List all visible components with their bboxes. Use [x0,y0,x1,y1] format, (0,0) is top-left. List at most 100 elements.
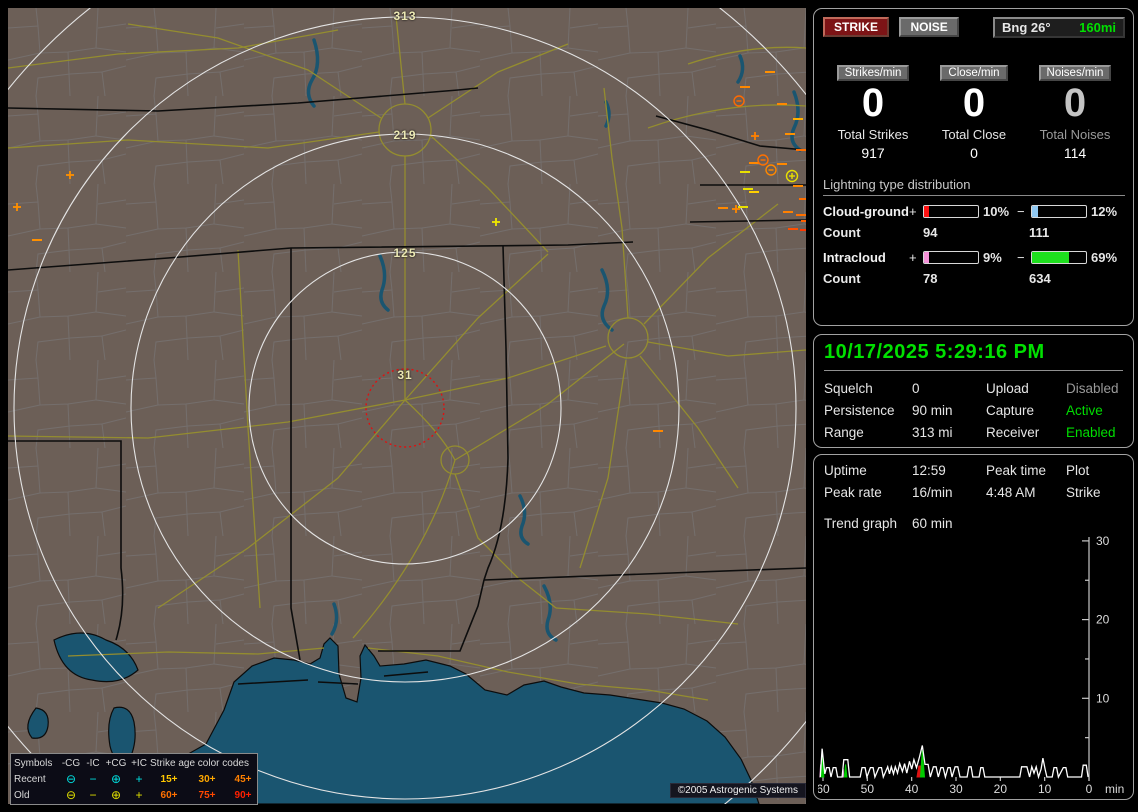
recent-pos-ic-icon: + [128,774,150,784]
status-panel: 10/17/2025 5:29:16 PM Squelch 0 Upload D… [813,334,1134,448]
plot-mode-value: Strike [1066,485,1123,500]
x-tick-label: 20 [994,782,1008,795]
intracloud-row: Intracloud + 9% − 69% [823,250,1125,265]
intracloud-label: Intracloud [823,250,909,265]
upload-label: Upload [986,381,1066,396]
upload-status: Disabled [1066,381,1123,396]
x-tick-label: 60 [818,782,830,795]
status-grid: Squelch 0 Upload Disabled Persistence 90… [824,381,1123,440]
ic-negative-bar [1031,251,1087,264]
age-15: 15+ [150,774,188,785]
capture-label: Capture [986,403,1066,418]
noises-per-min-value: 0 [1025,83,1125,123]
bearing-range-display[interactable]: Bng 26° 160mi [993,17,1125,38]
minus-sign: − [1017,250,1031,265]
legend-age-title: Strike age color codes [150,758,260,769]
strike-mode-button[interactable]: STRIKE [823,17,889,37]
recent-neg-ic-icon: − [82,774,104,784]
range-value: 313 mi [912,425,986,440]
ic-negative-pct: 69% [1087,250,1125,265]
app-window: { "map": { "land_color": "#6c5f57", "wat… [0,0,1138,812]
cg-negative-bar [1031,205,1087,218]
x-tick-label: 30 [949,782,963,795]
series-ic-rate [844,764,847,777]
trend-graph-label: Trend graph [824,516,912,531]
old-pos-cg-icon: ⊕ [104,790,128,800]
x-tick-label: 10 [1038,782,1052,795]
age-60: 60+ [150,790,188,801]
noises-per-min-column: Noises/min 0 Total Noises 114 [1025,63,1125,161]
ic-positive-count: 78 [923,271,1029,286]
age-75: 75+ [188,790,226,801]
close-per-min-column: Close/min 0 Total Close 0 [924,63,1024,161]
ic-positive-bar [923,251,979,264]
distribution-title: Lightning type distribution [823,177,1125,196]
legend-row-old-label: Old [14,790,60,801]
lightning-map[interactable]: 313 219 125 31 Symbols -CG -IC +CG +IC S… [8,8,806,804]
receiver-label: Receiver [986,425,1066,440]
ring-label-219: 219 [393,128,416,142]
legend-row-recent-label: Recent [14,774,60,785]
ic-positive-pct: 9% [979,250,1017,265]
capture-status: Active [1066,403,1123,418]
y-tick-label: 20 [1096,613,1110,627]
total-strikes-value: 917 [823,145,923,161]
peak-rate-label: Peak rate [824,485,912,500]
peak-time-label: Peak time [986,463,1066,478]
plot-label: Plot [1066,463,1123,478]
uptime-label: Uptime [824,463,912,478]
x-tick-label: 0 [1086,782,1093,795]
old-pos-ic-icon: + [128,790,150,800]
count-label: Count [823,271,923,286]
total-noises-label: Total Noises [1025,127,1125,142]
y-tick-label: 30 [1096,534,1110,548]
date-time-display: 10/17/2025 5:29:16 PM [824,341,1123,371]
persistence-value: 90 min [912,403,986,418]
legend-col-neg-cg: -CG [60,758,82,769]
uptime-value: 12:59 [912,463,986,478]
close-per-min-button[interactable]: Close/min [940,65,1007,81]
close-per-min-value: 0 [924,83,1024,123]
age-30: 30+ [188,774,226,785]
ring-label-31: 31 [397,368,412,382]
noises-per-min-button[interactable]: Noises/min [1039,65,1112,81]
recent-pos-cg-icon: ⊕ [104,774,128,784]
strikes-per-min-button[interactable]: Strikes/min [837,65,910,81]
recent-neg-cg-icon: ⊖ [60,774,82,784]
cg-positive-count: 94 [923,225,1029,240]
cloud-ground-row: Cloud-ground + 10% − 12% [823,204,1125,219]
copyright-notice: ©2005 Astrogenic Systems [670,783,806,798]
x-axis-unit: min [1105,782,1124,795]
rates-panel: STRIKE NOISE Bng 26° 160mi Strikes/min 0… [813,8,1134,326]
legend-col-neg-ic: -IC [82,758,104,769]
ring-label-313: 313 [393,9,416,23]
bearing-value: Bng 26° [1002,20,1051,35]
squelch-value: 0 [912,381,986,396]
plus-sign: + [909,250,923,265]
ring-label-125: 125 [393,246,416,260]
range-value: 160mi [1079,20,1116,35]
cg-negative-pct: 12% [1087,204,1125,219]
noise-mode-button[interactable]: NOISE [899,17,958,37]
rate-columns: Strikes/min 0 Total Strikes 917 Close/mi… [823,63,1125,161]
uptime-grid: Uptime 12:59 Peak time Plot Peak rate 16… [824,463,1123,500]
strikes-per-min-value: 0 [823,83,923,123]
x-tick-label: 50 [861,782,875,795]
plus-sign: + [909,204,923,219]
lightning-type-distribution: Lightning type distribution Cloud-ground… [823,177,1125,286]
trend-graph-header: Trend graph 60 min [824,516,1123,531]
total-close-value: 0 [924,145,1024,161]
age-45: 45+ [226,774,260,785]
cg-positive-pct: 10% [979,204,1017,219]
range-label: Range [824,425,912,440]
old-neg-ic-icon: − [82,790,104,800]
trend-panel: Uptime 12:59 Peak time Plot Peak rate 16… [813,454,1134,800]
total-close-label: Total Close [924,127,1024,142]
series-strike-rate [820,746,1088,778]
squelch-label: Squelch [824,381,912,396]
legend-col-pos-cg: +CG [104,758,128,769]
old-neg-cg-icon: ⊖ [60,790,82,800]
trend-graph: 1020306050403020100min [818,531,1130,795]
symbols-legend: Symbols -CG -IC +CG +IC Strike age color… [10,753,258,805]
peak-time-value: 4:48 AM [986,485,1066,500]
